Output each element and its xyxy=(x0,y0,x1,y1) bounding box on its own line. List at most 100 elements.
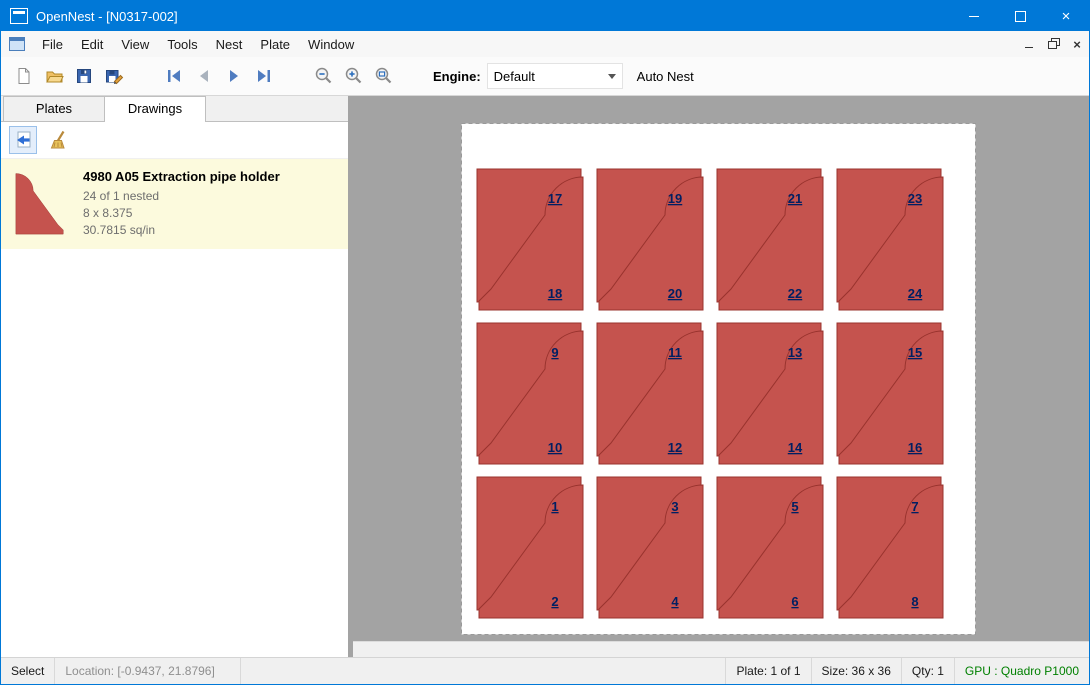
status-spacer xyxy=(241,658,725,684)
last-plate-button[interactable] xyxy=(249,61,279,91)
drawing-item-info: 4980 A05 Extraction pipe holder 24 of 1 … xyxy=(83,169,280,239)
nest-pair: 3 4 xyxy=(597,477,703,618)
nest-pair: 19 20 xyxy=(597,169,703,310)
menu-file[interactable]: File xyxy=(33,33,72,56)
canvas-horizontal-scrollbar[interactable] xyxy=(353,641,1089,657)
menu-edit[interactable]: Edit xyxy=(72,33,112,56)
part-number: 16 xyxy=(908,440,922,455)
status-qty: Qty: 1 xyxy=(901,658,954,684)
nest-pair: 1 2 xyxy=(477,477,583,618)
next-plate-button[interactable] xyxy=(219,61,249,91)
title-bar: OpenNest - [N0317-002] × xyxy=(1,1,1089,31)
part-number: 8 xyxy=(911,594,918,609)
nest-pair: 11 12 xyxy=(597,323,703,464)
part-number: 21 xyxy=(788,191,802,206)
part-number: 4 xyxy=(671,594,679,609)
status-gpu: GPU : Quadro P1000 xyxy=(954,658,1089,684)
zoom-out-button[interactable] xyxy=(309,61,339,91)
engine-label: Engine: xyxy=(433,69,481,84)
send-to-plate-button[interactable] xyxy=(9,126,37,154)
document-icon xyxy=(9,37,25,51)
drawing-list: 4980 A05 Extraction pipe holder 24 of 1 … xyxy=(1,159,348,657)
part-number: 11 xyxy=(668,345,682,360)
part-number: 18 xyxy=(548,286,562,301)
tab-drawings[interactable]: Drawings xyxy=(104,96,206,122)
zoom-fit-icon xyxy=(374,66,394,86)
open-file-button[interactable] xyxy=(39,61,69,91)
part-thumbnail xyxy=(9,169,71,235)
mdi-minimize-button[interactable] xyxy=(1017,34,1041,54)
previous-icon xyxy=(195,67,213,85)
plate[interactable]: 17 18 19 20 21 22 23 24 9 10 xyxy=(461,123,976,635)
plate-svg[interactable]: 17 18 19 20 21 22 23 24 9 10 xyxy=(461,123,976,635)
zoom-fit-button[interactable] xyxy=(369,61,399,91)
app-icon xyxy=(10,8,28,24)
tab-plates[interactable]: Plates xyxy=(3,96,105,121)
drawing-area: 30.7815 sq/in xyxy=(83,222,280,239)
save-icon xyxy=(75,67,93,85)
blue-arrow-icon xyxy=(13,130,33,150)
zoom-in-icon xyxy=(344,66,364,86)
mdi-close-button[interactable]: × xyxy=(1065,34,1089,54)
main-toolbar: Engine: Default Auto Nest xyxy=(1,57,1089,96)
nest-pair: 23 24 xyxy=(837,169,943,310)
nest-pair: 17 18 xyxy=(477,169,583,310)
part-number: 3 xyxy=(671,499,678,514)
nest-pair: 5 6 xyxy=(717,477,823,618)
save-as-icon xyxy=(105,67,124,85)
panel-tabstrip: Plates Drawings xyxy=(1,96,348,122)
save-button[interactable] xyxy=(69,61,99,91)
new-file-button[interactable] xyxy=(9,61,39,91)
menu-tools[interactable]: Tools xyxy=(158,33,206,56)
list-item[interactable]: 4980 A05 Extraction pipe holder 24 of 1 … xyxy=(1,159,348,249)
status-location: Location: [-0.9437, 21.8796] xyxy=(55,658,241,684)
nest-pair: 7 8 xyxy=(837,477,943,618)
part-number: 14 xyxy=(788,440,803,455)
maximize-button[interactable] xyxy=(997,1,1043,31)
first-plate-button[interactable] xyxy=(159,61,189,91)
last-icon xyxy=(255,67,273,85)
next-icon xyxy=(225,67,243,85)
main-area: Plates Drawings xyxy=(1,96,1089,657)
part-number: 7 xyxy=(911,499,918,514)
part-number: 10 xyxy=(548,440,562,455)
part-number: 24 xyxy=(908,286,923,301)
auto-nest-button[interactable]: Auto Nest xyxy=(637,69,694,84)
close-button[interactable]: × xyxy=(1043,1,1089,31)
nest-pair: 15 16 xyxy=(837,323,943,464)
engine-select[interactable]: Default xyxy=(487,63,623,89)
menu-nest[interactable]: Nest xyxy=(207,33,252,56)
mdi-restore-button[interactable] xyxy=(1041,34,1065,54)
open-folder-icon xyxy=(45,67,64,85)
nest-canvas[interactable]: 17 18 19 20 21 22 23 24 9 10 xyxy=(353,96,1089,657)
previous-plate-button[interactable] xyxy=(189,61,219,91)
part-number: 23 xyxy=(908,191,922,206)
drawing-nested-count: 24 of 1 nested xyxy=(83,188,280,205)
broom-icon xyxy=(49,130,69,150)
app-window: OpenNest - [N0317-002] × File Edit View … xyxy=(0,0,1090,685)
status-mode: Select xyxy=(1,658,55,684)
part-number: 2 xyxy=(551,594,558,609)
engine-selected-value: Default xyxy=(494,69,535,84)
clear-nest-button[interactable] xyxy=(45,126,73,154)
save-as-button[interactable] xyxy=(99,61,129,91)
nest-pair: 9 10 xyxy=(477,323,583,464)
part-number: 19 xyxy=(668,191,682,206)
first-icon xyxy=(165,67,183,85)
window-title: OpenNest - [N0317-002] xyxy=(36,9,951,24)
part-number: 5 xyxy=(791,499,798,514)
new-file-icon xyxy=(15,67,33,85)
drawing-title: 4980 A05 Extraction pipe holder xyxy=(83,169,280,184)
menu-view[interactable]: View xyxy=(112,33,158,56)
zoom-in-button[interactable] xyxy=(339,61,369,91)
minimize-button[interactable] xyxy=(951,1,997,31)
menu-plate[interactable]: Plate xyxy=(251,33,299,56)
part-number: 6 xyxy=(791,594,798,609)
part-number: 20 xyxy=(668,286,682,301)
menu-window[interactable]: Window xyxy=(299,33,363,56)
part-number: 22 xyxy=(788,286,802,301)
part-number: 17 xyxy=(548,191,562,206)
part-number: 13 xyxy=(788,345,802,360)
status-bar: Select Location: [-0.9437, 21.8796] Plat… xyxy=(1,657,1089,684)
part-number: 1 xyxy=(551,499,558,514)
